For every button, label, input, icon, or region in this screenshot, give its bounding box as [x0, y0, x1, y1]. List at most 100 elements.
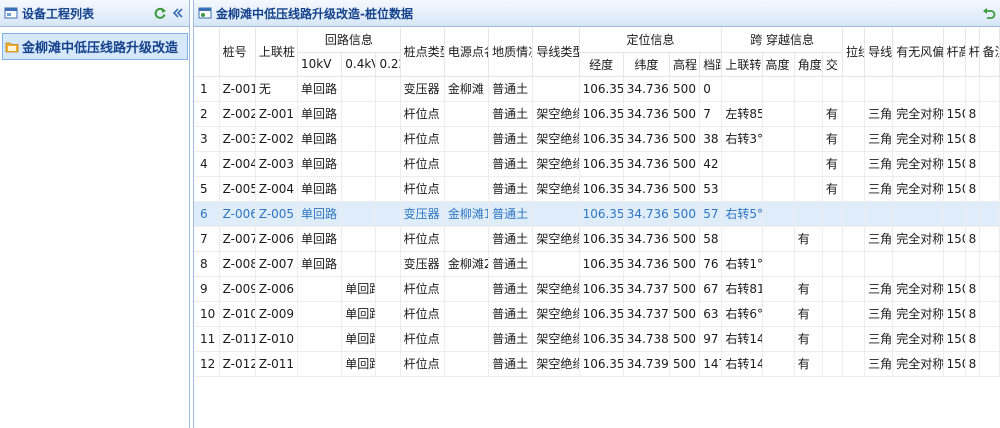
table-row[interactable]: 12Z-012Z-011 单回路杆位点 普通土架空绝缘106.35034.73950…: [194, 351, 1000, 377]
cell-upper[interactable]: Z-001: [255, 101, 299, 127]
cell-power[interactable]: [444, 326, 490, 352]
cell-kv10[interactable]: 单回路: [297, 76, 343, 102]
cell-cross-extra[interactable]: 有: [822, 151, 843, 177]
cell-pile[interactable]: Z-009: [219, 276, 256, 302]
cell-lat[interactable]: 34.736: [623, 201, 671, 227]
cell-stack[interactable]: 8: [965, 226, 980, 252]
cell-lat[interactable]: 34.737: [623, 276, 671, 302]
cell-note[interactable]: [979, 176, 1000, 202]
cell-pile[interactable]: Z-004: [219, 151, 256, 177]
cell-pile[interactable]: Z-010: [219, 301, 256, 327]
cell-cross-extra[interactable]: [822, 251, 843, 277]
table-row[interactable]: 3Z-003Z-002单回路 杆位点 普通土架空绝缘106.35034.736500…: [194, 126, 1000, 152]
cell-height[interactable]: [762, 326, 795, 352]
cell-idx[interactable]: 9: [194, 276, 220, 302]
cell-kv022[interactable]: [375, 201, 401, 227]
cross-extra-header[interactable]: 交: [822, 52, 843, 77]
cell-wind[interactable]: [892, 201, 944, 227]
cell-tower[interactable]: 150: [943, 176, 966, 202]
cell-angle[interactable]: 有: [794, 351, 823, 377]
table-row[interactable]: 11Z-011Z-010 单回路杆位点 普通土架空绝缘106.35034.73850…: [194, 326, 1000, 352]
tower-header[interactable]: 杆高: [943, 28, 966, 77]
cell-pile[interactable]: Z-005: [219, 176, 256, 202]
upper-header[interactable]: 上联桩: [255, 28, 299, 77]
cell-tower[interactable]: 150: [943, 351, 966, 377]
cell-upper-corner[interactable]: 右转1°: [721, 251, 763, 277]
cell-lat[interactable]: 34.736: [623, 101, 671, 127]
cell-pull[interactable]: [842, 151, 866, 177]
cell-dist[interactable]: 38: [699, 126, 723, 152]
lat-header[interactable]: 纬度: [623, 52, 671, 77]
cell-wire[interactable]: [532, 251, 580, 277]
cell-dist[interactable]: 63: [699, 301, 723, 327]
cell-cross-extra[interactable]: 有: [822, 126, 843, 152]
cell-tower[interactable]: 150: [943, 276, 966, 302]
cell-cross-extra[interactable]: [822, 301, 843, 327]
cell-lat[interactable]: 34.736: [623, 226, 671, 252]
cell-power[interactable]: [444, 276, 490, 302]
cell-geo[interactable]: 普通土: [488, 126, 534, 152]
geo-header[interactable]: 地质情况: [488, 28, 534, 77]
cell-height[interactable]: [762, 101, 795, 127]
cell-pull[interactable]: [842, 326, 866, 352]
cell-pile[interactable]: Z-003: [219, 126, 256, 152]
cell-pull[interactable]: [842, 301, 866, 327]
cell-upper[interactable]: Z-009: [255, 301, 299, 327]
cell-wire[interactable]: 架空绝缘: [532, 176, 580, 202]
cell-obj[interactable]: 三角排列: [864, 326, 894, 352]
cell-obj[interactable]: [864, 76, 894, 102]
cell-idx[interactable]: 10: [194, 301, 220, 327]
undo-arrow-icon[interactable]: [982, 6, 996, 20]
cell-lon[interactable]: 106.350: [579, 251, 624, 277]
cell-tower[interactable]: [943, 76, 966, 102]
cell-note[interactable]: [979, 351, 1000, 377]
cell-type[interactable]: 变压器: [400, 201, 445, 227]
cell-dist[interactable]: 76: [699, 251, 723, 277]
cell-lon[interactable]: 106.350: [579, 276, 624, 302]
cell-angle[interactable]: [794, 76, 823, 102]
cell-idx[interactable]: 11: [194, 326, 220, 352]
cell-idx[interactable]: 4: [194, 151, 220, 177]
cell-upper[interactable]: Z-007: [255, 251, 299, 277]
cell-note[interactable]: [979, 126, 1000, 152]
cell-wind[interactable]: [892, 76, 944, 102]
cell-kv10[interactable]: 单回路: [297, 126, 343, 152]
cell-kv04[interactable]: [341, 101, 377, 127]
cell-lon[interactable]: 106.350: [579, 301, 624, 327]
cell-note[interactable]: [979, 101, 1000, 127]
cell-height[interactable]: [762, 276, 795, 302]
cell-kv04[interactable]: [341, 226, 377, 252]
cell-geo[interactable]: 普通土: [488, 151, 534, 177]
wire-header[interactable]: 导线类型: [532, 28, 580, 77]
cell-type[interactable]: 杆位点: [400, 176, 445, 202]
power-header[interactable]: 电源点名: [444, 28, 490, 77]
cell-type[interactable]: 杆位点: [400, 276, 445, 302]
cell-pile[interactable]: Z-008: [219, 251, 256, 277]
cell-alt[interactable]: 500: [669, 351, 701, 377]
cell-alt[interactable]: 500: [669, 76, 701, 102]
cell-kv022[interactable]: [375, 126, 401, 152]
cell-kv022[interactable]: [375, 226, 401, 252]
cell-upper-corner[interactable]: [721, 76, 763, 102]
cell-stack[interactable]: 8: [965, 326, 980, 352]
cell-alt[interactable]: 500: [669, 301, 701, 327]
cell-kv022[interactable]: [375, 76, 401, 102]
cell-dist[interactable]: 97: [699, 326, 723, 352]
cell-lon[interactable]: 106.350: [579, 126, 624, 152]
cell-wire[interactable]: 架空绝缘: [532, 151, 580, 177]
cell-type[interactable]: 变压器: [400, 251, 445, 277]
cell-kv022[interactable]: [375, 151, 401, 177]
cell-note[interactable]: [979, 201, 1000, 227]
cell-geo[interactable]: 普通土: [488, 201, 534, 227]
cell-pull[interactable]: [842, 126, 866, 152]
cell-kv04[interactable]: 单回路: [341, 301, 377, 327]
cell-cross-extra[interactable]: [822, 351, 843, 377]
cell-angle[interactable]: 有: [794, 226, 823, 252]
cell-wire[interactable]: 架空绝缘: [532, 276, 580, 302]
cell-kv10[interactable]: 单回路: [297, 101, 343, 127]
cell-dist[interactable]: 7: [699, 101, 723, 127]
cell-type[interactable]: 杆位点: [400, 226, 445, 252]
angle-header[interactable]: 角度: [794, 52, 823, 77]
cell-wire[interactable]: 架空绝缘: [532, 101, 580, 127]
cell-kv022[interactable]: [375, 251, 401, 277]
